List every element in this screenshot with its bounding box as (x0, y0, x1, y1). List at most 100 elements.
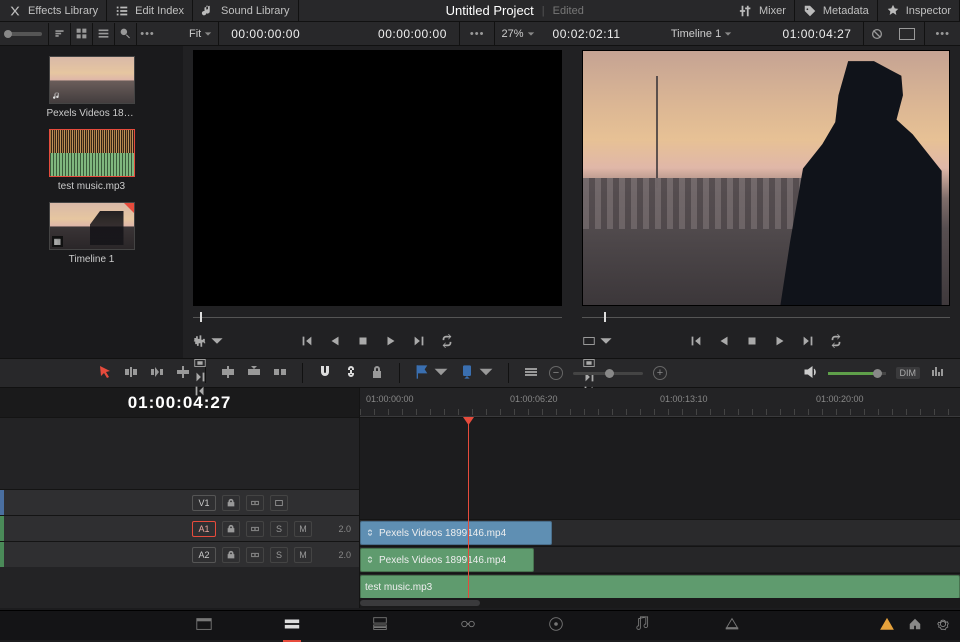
volume-slider[interactable] (828, 372, 886, 375)
sound-library-button[interactable]: Sound Library (193, 0, 299, 22)
page-media[interactable] (195, 615, 213, 636)
loop-mode-button[interactable] (582, 334, 613, 348)
timeline-select-dropdown[interactable]: Timeline 1 (665, 22, 738, 45)
audio-clip[interactable]: test music.mp3 (360, 575, 960, 599)
page-edit[interactable] (371, 615, 389, 636)
audio-track-lane[interactable]: test music.mp3 (360, 573, 960, 599)
playhead[interactable] (468, 418, 469, 608)
track-mute-a2[interactable]: M (294, 547, 312, 563)
media-pool: ••• Pexels Videos 18991... test music.mp… (0, 22, 183, 358)
first-frame-button[interactable] (300, 334, 314, 348)
video-clip[interactable]: Pexels Videos 1899146.mp4 (360, 521, 552, 545)
timeline-area: 01:00:04:27 V1 (0, 388, 960, 608)
label: Edit Index (135, 5, 184, 17)
page-fairlight[interactable] (635, 615, 653, 636)
track-channels-a2: 2.0 (338, 550, 351, 560)
media-item[interactable]: Pexels Videos 18991... (47, 56, 137, 119)
stop-button[interactable] (745, 334, 759, 348)
play-reverse-button[interactable] (328, 334, 342, 348)
track-lock-a2[interactable] (222, 547, 240, 563)
dynamic-trim-tool[interactable] (149, 364, 165, 383)
search-button[interactable] (114, 23, 136, 45)
last-frame-button[interactable] (412, 334, 426, 348)
page-fusion[interactable] (459, 615, 477, 636)
timeline-options[interactable]: ••• (924, 22, 960, 45)
timeline-tracks[interactable]: 01:00:00:00 01:00:06:20 01:00:13:10 01:0… (360, 388, 960, 608)
trim-tool[interactable] (123, 364, 139, 383)
source-screen[interactable] (193, 50, 562, 306)
home-button[interactable] (908, 617, 922, 634)
source-fit-dropdown[interactable]: Fit (183, 22, 219, 45)
audio-track-lane[interactable]: Pexels Videos 1899146.mp4 (360, 546, 960, 572)
play-reverse-button[interactable] (717, 334, 731, 348)
list-view-button[interactable] (92, 23, 114, 45)
timeline-scrub[interactable] (582, 308, 951, 326)
options-button[interactable]: ••• (136, 23, 158, 45)
source-options[interactable]: ••• (459, 22, 495, 45)
skip-end-icon (412, 334, 426, 348)
chevron-down-icon (204, 30, 212, 38)
track-solo-a2[interactable]: S (270, 547, 288, 563)
audio-clip[interactable]: Pexels Videos 1899146.mp4 (360, 548, 534, 572)
page-deliver[interactable] (723, 615, 741, 636)
track-lock-a1[interactable] (222, 521, 240, 537)
inspector-button[interactable]: Inspector (878, 0, 960, 22)
track-name-a1[interactable]: A1 (192, 521, 216, 537)
clip-label: Pexels Videos 1899146.mp4 (379, 555, 506, 566)
track-disable-v1[interactable] (270, 495, 288, 511)
in-button[interactable] (193, 370, 562, 384)
play-button[interactable] (384, 334, 398, 348)
track-auto-select-a1[interactable] (246, 521, 264, 537)
first-frame-button[interactable] (689, 334, 703, 348)
effects-library-button[interactable]: Effects Library (0, 0, 107, 22)
grid-view-button[interactable] (70, 23, 92, 45)
play-button[interactable] (773, 334, 787, 348)
stop-button[interactable] (356, 334, 370, 348)
mixer-button[interactable]: Mixer (731, 0, 795, 22)
safe-area-button[interactable] (890, 22, 924, 45)
video-track-lane[interactable]: Pexels Videos 1899146.mp4 (360, 519, 960, 545)
selection-tool[interactable] (97, 364, 113, 383)
metadata-button[interactable]: Metadata (795, 0, 878, 22)
track-auto-select-v1[interactable] (246, 495, 264, 511)
track-auto-select-a2[interactable] (246, 547, 264, 563)
media-item[interactable]: test music.mp3 (47, 129, 137, 192)
sort-icon (53, 27, 66, 40)
loop-button[interactable] (440, 334, 454, 348)
list-icon (97, 27, 110, 40)
media-label: Pexels Videos 18991... (47, 108, 137, 119)
scrub-handle[interactable] (200, 312, 202, 322)
jog-mode-button[interactable] (193, 334, 224, 348)
sort-button[interactable] (48, 23, 70, 45)
timeline-zoom-dropdown[interactable]: 27% (494, 22, 540, 45)
settings-button[interactable] (936, 617, 950, 634)
timeline-ruler[interactable]: 01:00:00:00 01:00:06:20 01:00:13:10 01:0… (360, 388, 960, 418)
timeline-screen[interactable] (582, 50, 951, 306)
scrub-handle[interactable] (604, 312, 606, 322)
zoom-slider[interactable] (573, 372, 643, 375)
edit-page-icon (371, 615, 389, 633)
source-scrub[interactable] (193, 308, 562, 326)
last-frame-button[interactable] (801, 334, 815, 348)
bypass-button[interactable] (863, 22, 890, 45)
blade-tool[interactable] (175, 364, 191, 383)
page-color[interactable] (547, 615, 565, 636)
track-lock-v1[interactable] (222, 495, 240, 511)
media-item[interactable]: ▦ Timeline 1 (47, 202, 137, 265)
loop-button[interactable] (829, 334, 843, 348)
timeline-h-scrollbar[interactable] (360, 598, 960, 608)
match-frame-button[interactable] (582, 356, 951, 370)
arrow-icon (97, 364, 113, 380)
ruler-tick: 01:00:20:00 (816, 394, 864, 404)
thumb-size-slider[interactable] (6, 32, 42, 36)
timeline-duration-tc: 00:02:02:11 (547, 27, 627, 41)
edit-index-button[interactable]: Edit Index (107, 0, 193, 22)
match-frame-button[interactable] (193, 356, 562, 370)
track-mute-a1[interactable]: M (294, 521, 312, 537)
page-cut[interactable] (283, 615, 301, 642)
mark-out-icon (193, 384, 207, 398)
warnings-button[interactable] (880, 617, 894, 634)
track-name-v1[interactable]: V1 (192, 495, 216, 511)
track-solo-a1[interactable]: S (270, 521, 288, 537)
track-name-a2[interactable]: A2 (192, 547, 216, 563)
